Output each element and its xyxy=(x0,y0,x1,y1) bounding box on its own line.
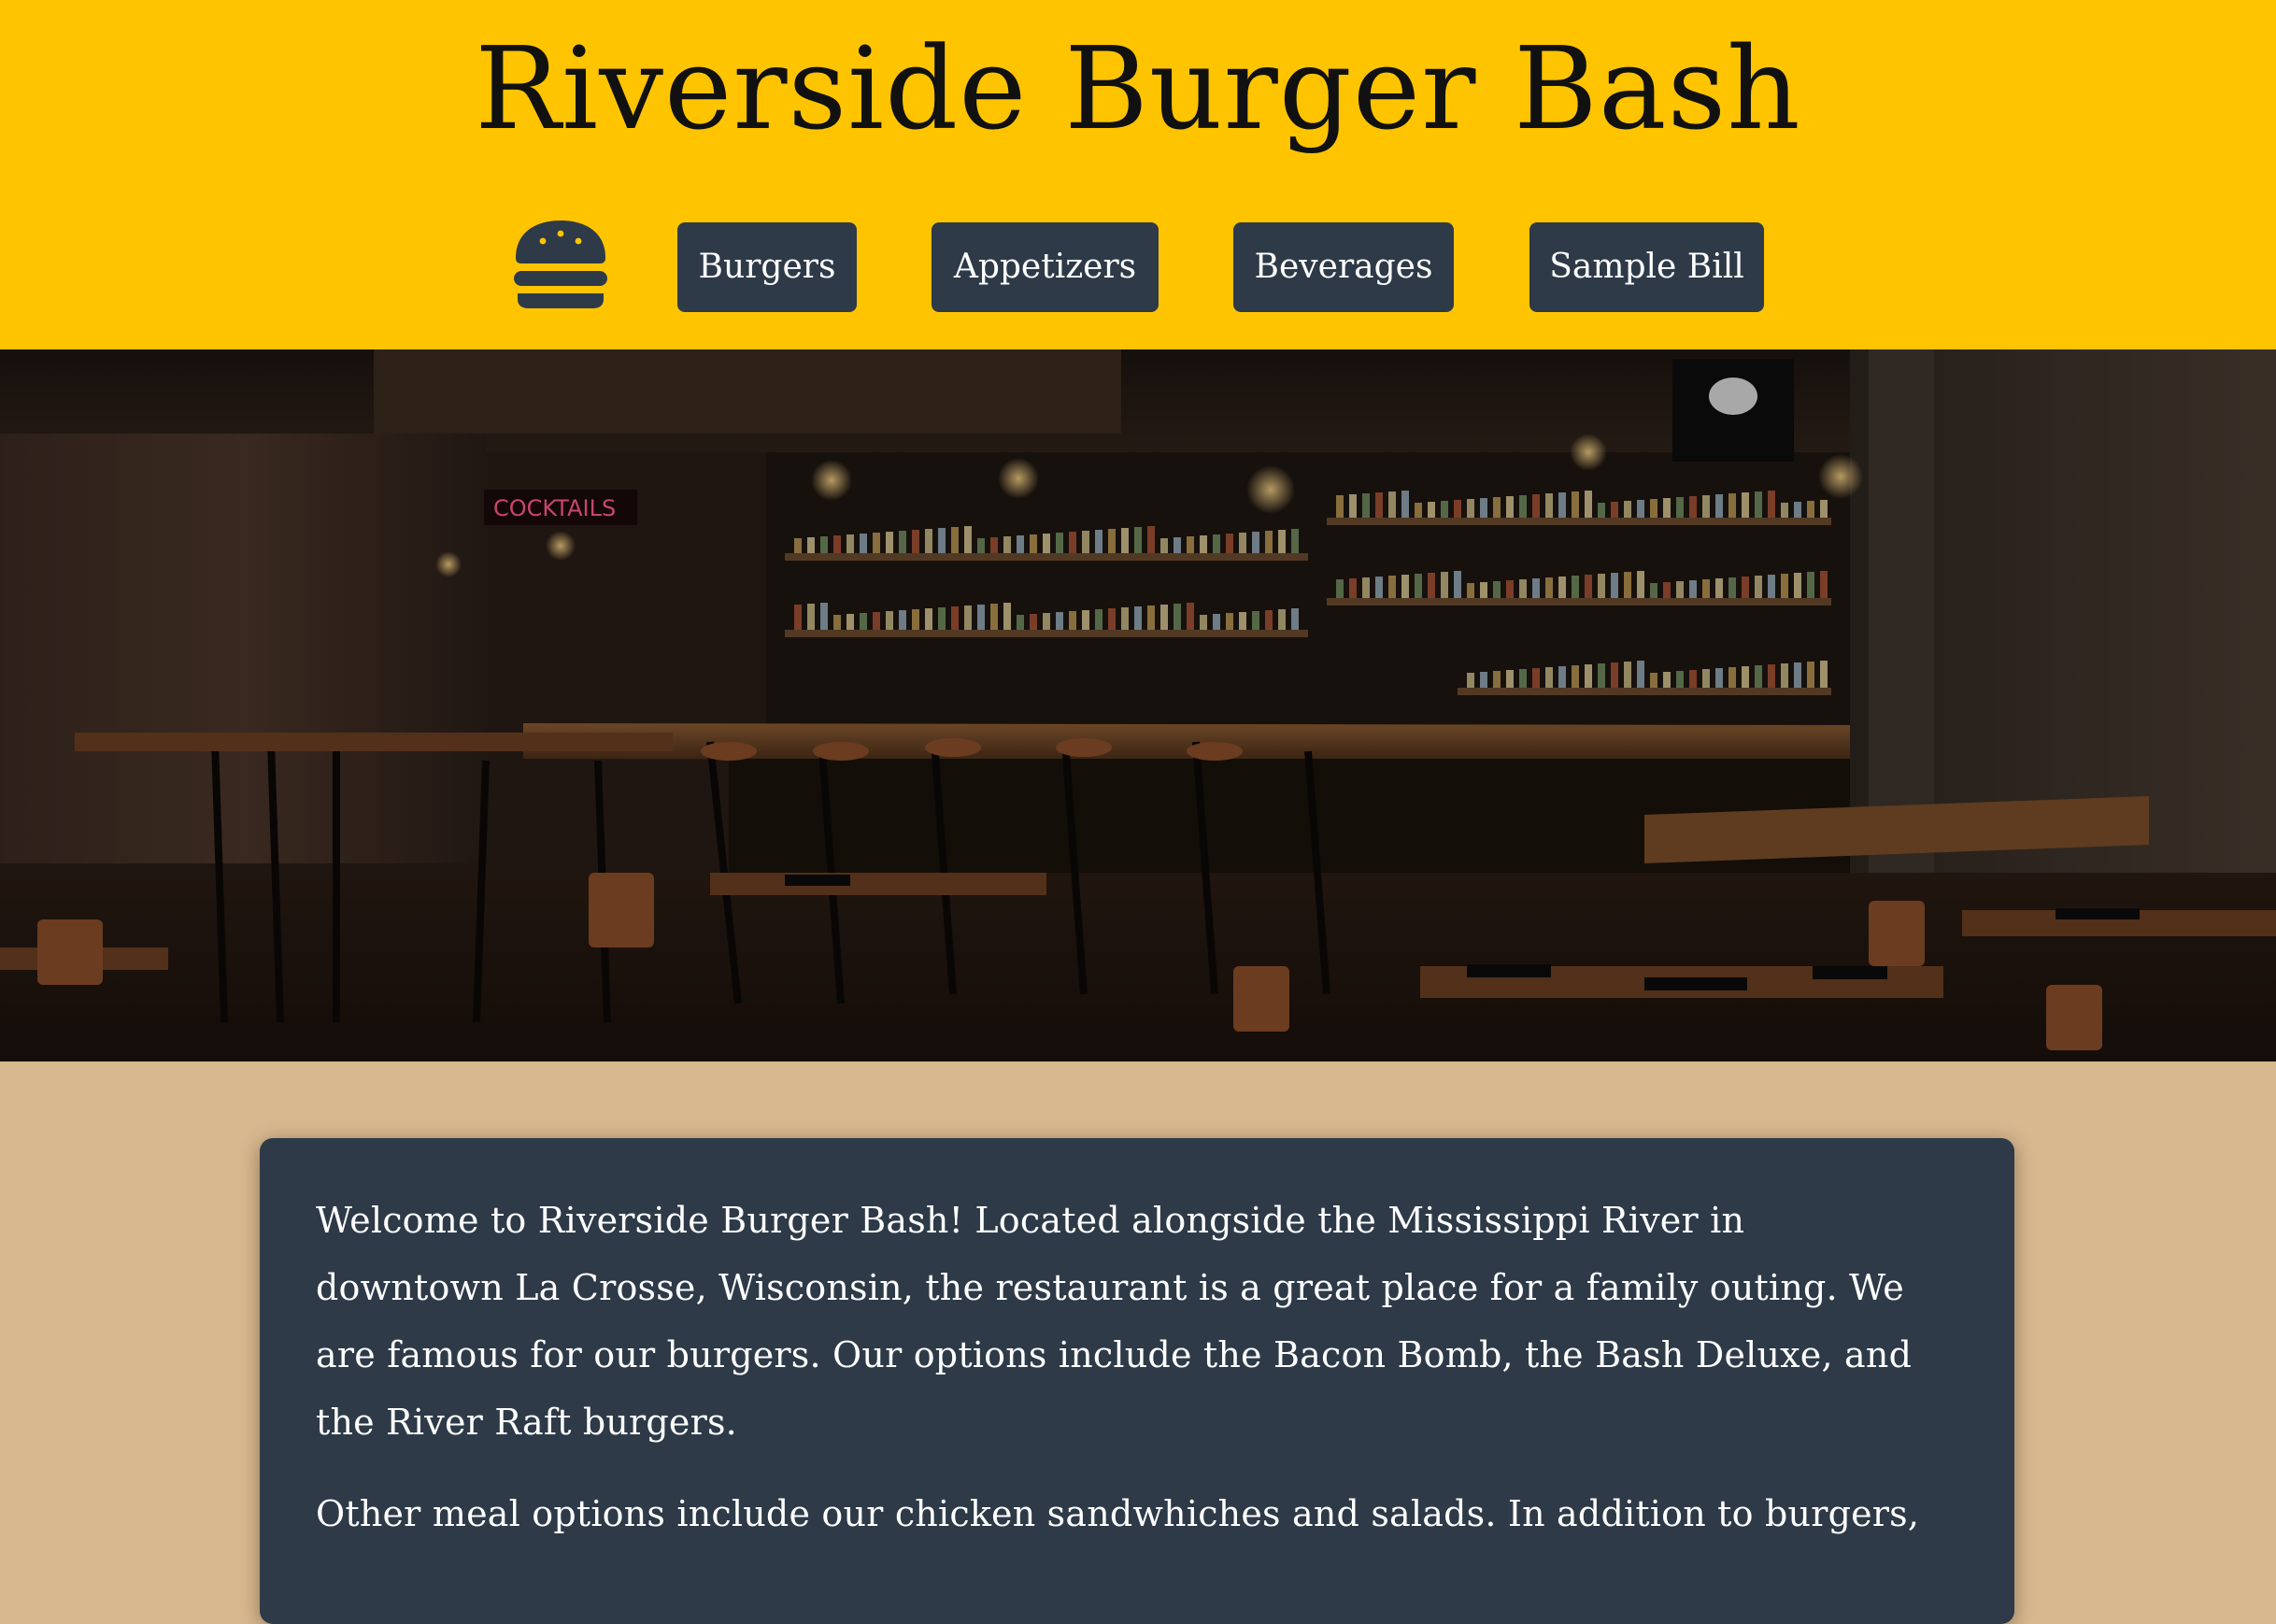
intro-paragraph: Other meal options include our chicken s… xyxy=(316,1493,1920,1534)
hero-image: COCKTAILS xyxy=(0,349,2276,1061)
site-header: Riverside Burger Bash Burgers Appetizers… xyxy=(0,0,2276,349)
site-title: Riverside Burger Bash xyxy=(475,22,1801,155)
intro-paragraph: Welcome to Riverside Burger Bash! Locate… xyxy=(316,1200,1913,1443)
burger-icon[interactable] xyxy=(512,217,609,310)
nav-burgers-button[interactable]: Burgers xyxy=(677,222,857,312)
nav-appetizers-button[interactable]: Appetizers xyxy=(932,222,1159,312)
main-nav: Burgers Appetizers Beverages Sample Bill xyxy=(0,211,2276,314)
intro-card: Welcome to Riverside Burger Bash! Locate… xyxy=(260,1138,2014,1624)
nav-beverages-button[interactable]: Beverages xyxy=(1233,222,1454,312)
nav-sample-bill-button[interactable]: Sample Bill xyxy=(1529,222,1764,312)
